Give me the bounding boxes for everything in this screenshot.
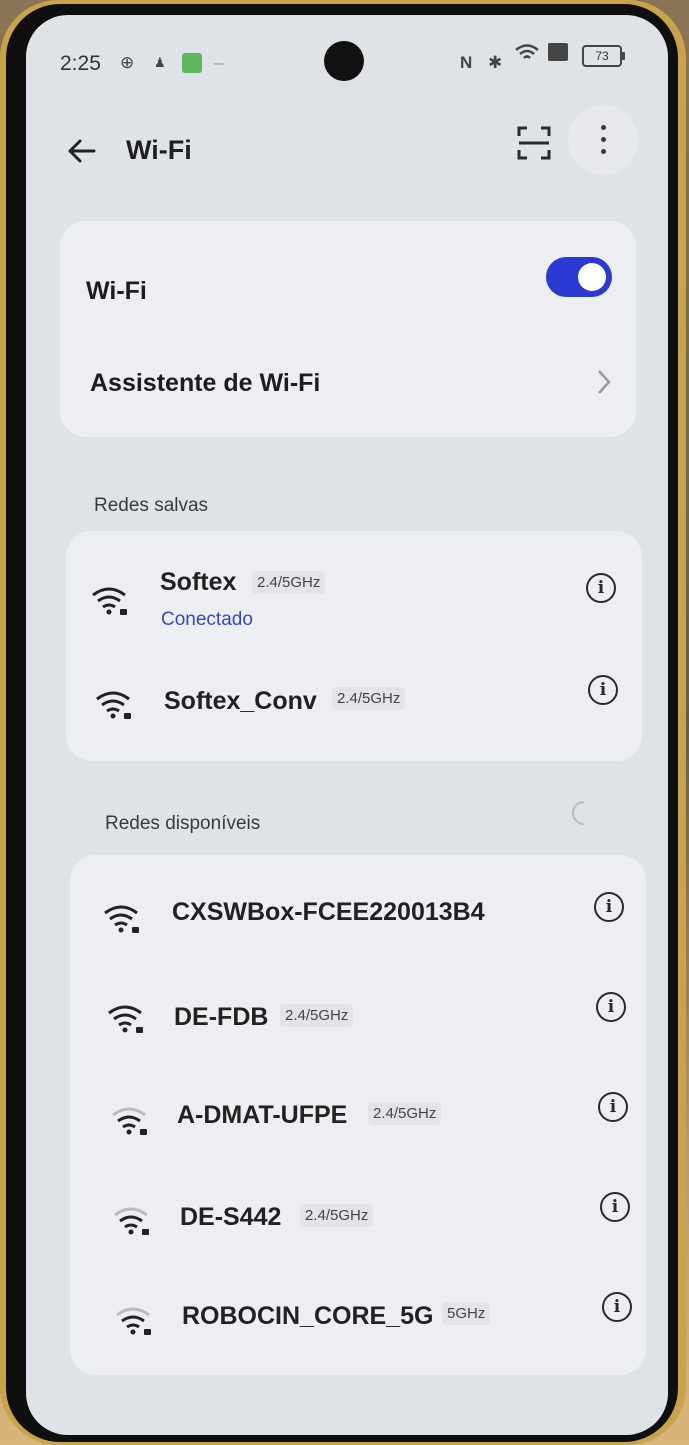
qr-scan-icon[interactable] [516, 125, 552, 161]
chevron-right-icon [598, 370, 611, 394]
more-vert-icon [601, 125, 606, 130]
wifi-signal-icon [112, 1107, 147, 1135]
network-name[interactable]: A-DMAT-UFPE [177, 1101, 347, 1130]
info-icon[interactable]: i [602, 1292, 632, 1322]
network-name[interactable]: ROBOCIN_CORE_5G [182, 1302, 433, 1331]
back-arrow-icon[interactable] [62, 131, 102, 171]
info-icon[interactable]: i [598, 1092, 628, 1122]
saved-networks-card [66, 531, 642, 761]
wifi-signal-icon [92, 587, 127, 615]
phone-bezel: 2:25 ⊕ ♟ – N ✱ 73 Wi-Fi Wi-Fi Assistente… [6, 4, 678, 1442]
info-icon[interactable]: i [600, 1192, 630, 1222]
info-icon[interactable]: i [588, 675, 618, 705]
network-name[interactable]: Softex_Conv [164, 687, 317, 716]
battery-level: 73 [595, 49, 609, 63]
connection-status: Conectado [161, 609, 253, 630]
band-badge: 2.4/5GHz [252, 571, 326, 594]
saved-networks-title: Redes salvas [94, 495, 209, 516]
available-networks-card [70, 855, 646, 1375]
app-notification-icon [182, 53, 202, 73]
wifi-signal-icon [104, 905, 139, 933]
toggle-knob [578, 263, 606, 291]
wifi-signal-icon [114, 1207, 149, 1235]
loading-spinner-icon [567, 796, 601, 830]
band-badge: 5GHz [442, 1302, 491, 1325]
available-networks-title: Redes disponíveis [105, 813, 261, 834]
wifi-signal-icon [108, 1005, 143, 1033]
phone-frame: 2:25 ⊕ ♟ – N ✱ 73 Wi-Fi Wi-Fi Assistente… [0, 0, 686, 1445]
network-name[interactable]: CXSWBox-FCEE220013B4 [172, 898, 485, 927]
notification-icon: ♟ [154, 55, 166, 70]
sim-icon [548, 43, 568, 61]
info-icon[interactable]: i [586, 573, 616, 603]
network-name[interactable]: DE-FDB [174, 1003, 268, 1032]
info-icon[interactable]: i [594, 892, 624, 922]
nfc-icon: N [460, 53, 473, 72]
bluetooth-icon: ✱ [488, 53, 503, 72]
screen: 2:25 ⊕ ♟ – N ✱ 73 Wi-Fi Wi-Fi Assistente… [26, 15, 668, 1435]
wifi-toggle-label: Wi-Fi [86, 277, 147, 305]
wifi-assistant-item[interactable]: Assistente de Wi-Fi [90, 369, 320, 398]
info-icon[interactable]: i [596, 992, 626, 1022]
front-camera [324, 41, 364, 81]
network-name[interactable]: Softex [160, 568, 236, 597]
status-time: 2:25 [60, 52, 101, 75]
wifi-signal-icon [96, 691, 131, 719]
band-badge: 2.4/5GHz [368, 1102, 442, 1125]
band-badge: 2.4/5GHz [300, 1204, 374, 1227]
network-name[interactable]: DE-S442 [180, 1203, 281, 1232]
wifi-settings-card [60, 221, 636, 437]
more-options-button[interactable] [568, 105, 638, 175]
wifi-toggle[interactable] [546, 257, 612, 297]
wifi-signal-icon [116, 1307, 151, 1335]
band-badge: 2.4/5GHz [280, 1004, 354, 1027]
page-title: Wi-Fi [126, 135, 192, 165]
more-notifications-icon: – [214, 53, 224, 72]
band-badge: 2.4/5GHz [332, 687, 406, 710]
vpn-icon: ⊕ [120, 53, 135, 72]
battery-indicator: 73 [582, 45, 625, 67]
wifi-status-icon [515, 44, 539, 59]
